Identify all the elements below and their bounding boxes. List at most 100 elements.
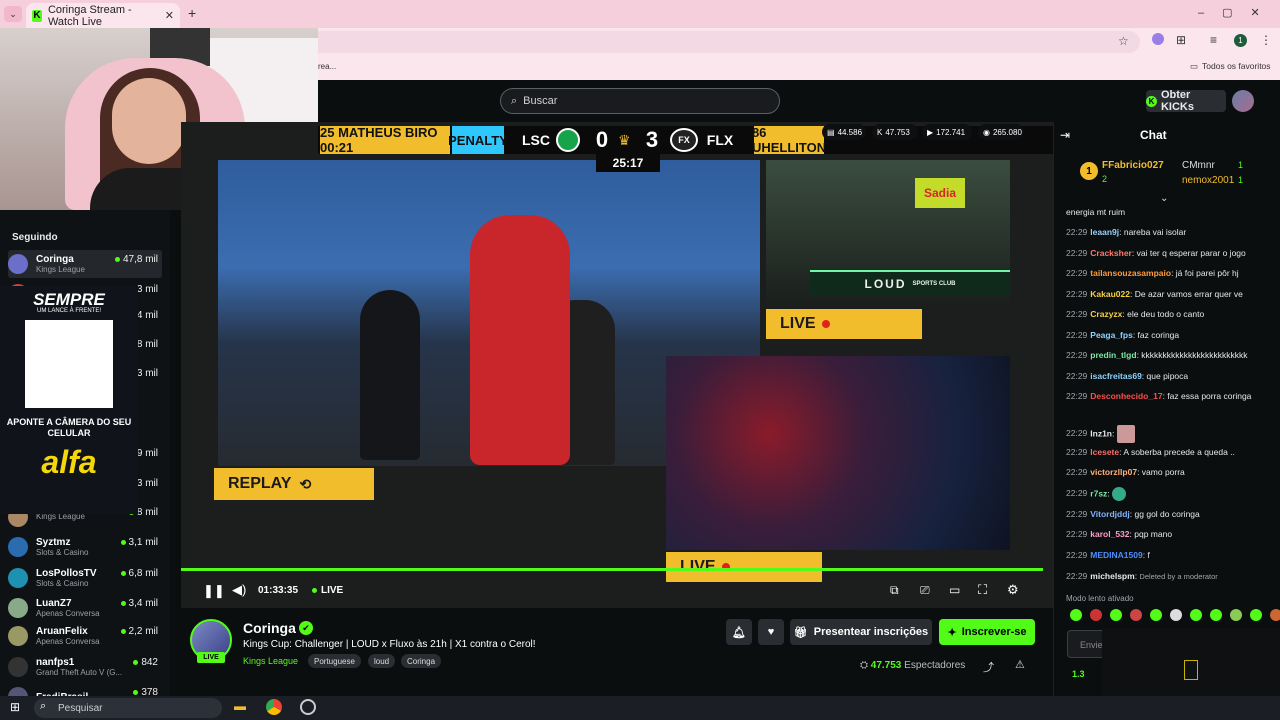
channel-viewers: 6,8 mil [120,568,158,579]
chat-username[interactable]: Crazyzx [1090,309,1122,319]
emote-icon[interactable] [1170,609,1182,621]
emote-icon[interactable] [1150,609,1162,621]
settings-gear-icon[interactable]: ⚙ [1007,582,1019,598]
emote-icon[interactable] [1190,609,1202,621]
emote-icon[interactable] [1210,609,1222,621]
tag-loud[interactable]: loud [368,654,396,668]
tag-language[interactable]: Portuguese [308,654,361,668]
emote-icon[interactable] [1090,609,1102,621]
expand-gifters-icon[interactable]: ⌄ [1160,193,1168,204]
chat-username[interactable]: tailansouzasampaio [1090,268,1171,278]
favorites-folder[interactable]: ▭ Todos os favoritos [1190,61,1271,72]
bookmark-item[interactable]: rea... [318,62,336,71]
search-input[interactable]: ⌕ Buscar [500,88,780,114]
extension-icon[interactable] [1152,33,1164,45]
streamer-name[interactable]: Coringa [243,620,296,636]
fullscreen-icon[interactable]: ⛶ [978,582,987,598]
kick-coin-icon: K [1146,95,1157,107]
user-avatar[interactable] [1232,90,1254,112]
progress-bar[interactable] [181,568,1043,571]
chat-message: 22:29 tailansouzasampaio: já foi parei pô… [1066,268,1239,278]
chat-username[interactable]: MEDINA1509 [1090,550,1142,560]
star-icon[interactable]: ☆ [1118,34,1129,48]
chat-username[interactable]: predin_tlgd [1090,350,1136,360]
close-tab-icon[interactable]: ✕ [165,9,174,22]
report-icon[interactable]: ⚠ [1015,658,1025,671]
collapse-chat-icon[interactable]: ⇥ [1060,128,1070,142]
chat-username[interactable]: Vitordjddj [1090,509,1130,519]
menu-list-icon[interactable]: ≡ [1210,33,1217,47]
home-score: 0 [595,127,609,152]
emote-icon[interactable] [1130,609,1142,621]
chat-text: energia mt ruim [1066,207,1126,217]
stream-category[interactable]: Kings League [243,656,298,666]
following-item[interactable]: Coringa Kings League 47,8 mil [8,250,162,278]
puzzle-icon[interactable]: ⊞ [1176,33,1186,47]
chrome-icon[interactable] [266,699,282,715]
subscribe-button[interactable]: ✦ Inscrever-se [939,619,1035,645]
stream-stat: ▤ 44.586 [822,124,866,140]
following-item[interactable]: AruanFelix Apenas Conversa 2,2 mil [8,622,162,650]
get-kicks-button[interactable]: K Obter KICKs [1146,89,1226,113]
emote-icon[interactable] [1070,609,1082,621]
chat-username[interactable]: Cracksher [1090,248,1132,258]
chat-text: vai ter q esperar parar o jogo [1136,248,1246,258]
theater-mode-icon[interactable]: ▭ [949,583,960,597]
chat-username[interactable]: Peaga_fps [1090,330,1133,340]
chat-username[interactable]: michelspm [1090,571,1134,581]
home-team-crest-icon [556,128,580,152]
pip-icon[interactable]: ⧉ [890,583,899,598]
chat-timestamp: 22:29 [1066,309,1088,319]
chat-timestamp: 22:29 [1066,467,1088,477]
qr-code-icon [25,320,113,408]
follow-button[interactable]: ♥ [758,619,784,645]
gifter-3-name[interactable]: nemox2001 [1182,175,1234,186]
chat-username[interactable]: isacfreitas69 [1090,371,1142,381]
pause-icon[interactable]: ❚❚ [203,583,225,599]
chat-username[interactable]: leaan9j [1090,227,1119,237]
windows-start-icon[interactable]: ⊞ [10,700,20,714]
tag-coringa[interactable]: Coringa [401,654,442,668]
notification-bell-button[interactable]: 🔔︎ [726,619,752,645]
new-tab-icon[interactable]: + [188,5,196,21]
tab-list-icon[interactable]: ⌄ [4,6,22,22]
chat-username[interactable]: Inz1n [1090,428,1112,438]
following-item[interactable]: LuanZ7 Apenas Conversa 3,4 mil [8,594,162,622]
heart-icon: ♥ [767,626,775,638]
emote-icon[interactable] [1270,609,1280,621]
gift-icon: 🎁︎ [793,626,808,639]
slow-mode-notice: Modo lento ativado [1066,594,1134,603]
share-icon[interactable]: ⤴ [983,659,994,675]
taskbar-search-icon: ⌕ [40,700,47,712]
chat-username[interactable]: Icesete [1090,447,1119,457]
channel-avatar [8,626,28,646]
channel-category: Slots & Casino [36,578,89,588]
profile-avatar[interactable]: 1 [1234,34,1247,47]
chat-username[interactable]: Desconhecido_17 [1090,391,1162,401]
channel-name: Syztmz [36,536,71,548]
chat-message: 22:29 Crazyzx: ele deu todo o canto [1066,309,1205,319]
file-explorer-icon[interactable]: ▬ [234,699,246,713]
emote-icon[interactable] [1250,609,1262,621]
taskbar-search[interactable]: Pesquisar [34,698,222,718]
url-field[interactable] [300,31,1140,53]
chat-username[interactable]: victorzllp07 [1090,467,1137,477]
emote-icon[interactable] [1110,609,1122,621]
following-item[interactable]: nanfps1 Grand Theft Auto V (G... 842 [8,653,162,681]
gift-subs-button[interactable]: 🎁︎ Presentear inscrições [790,619,932,645]
emote-icon[interactable] [1230,609,1242,621]
gifter-2-name[interactable]: CMmnr [1182,160,1215,171]
chat-username[interactable]: Kakau022 [1090,289,1130,299]
volume-icon[interactable]: ◀) [232,582,246,598]
chat-username[interactable]: r7sz [1090,488,1107,498]
window-controls[interactable]: –▢✕ [1198,6,1278,19]
following-item[interactable]: Syztmz Slots & Casino 3,1 mil [8,533,162,561]
following-item[interactable]: LosPollosTV Slots & Casino 6,8 mil [8,564,162,592]
obs-icon[interactable] [300,699,316,715]
more-icon[interactable]: ⋮ [1260,33,1272,47]
clip-icon[interactable]: ⎚ [920,583,930,598]
chat-username[interactable]: karol_532 [1090,529,1129,539]
youtube-icon: ▶ [927,127,934,137]
browser-tab[interactable]: K Coringa Stream - Watch Live ✕ [26,3,180,28]
top-gifter-name[interactable]: FFabricio027 [1102,160,1164,171]
